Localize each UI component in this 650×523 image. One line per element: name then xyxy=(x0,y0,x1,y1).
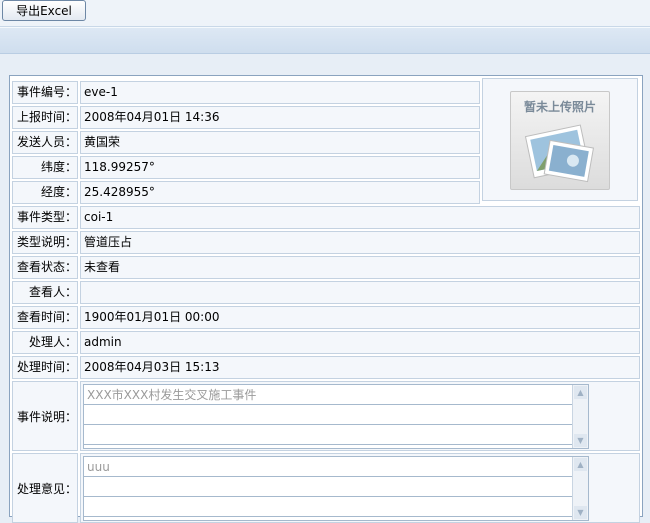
field-value: 黄国荣 xyxy=(80,131,480,154)
handle-opinion-text: uuu xyxy=(84,457,572,477)
field-label: 处理时间： xyxy=(12,356,78,379)
scroll-down-icon[interactable]: ▼ xyxy=(574,506,587,519)
field-label: 上报时间： xyxy=(12,106,78,129)
field-value: admin xyxy=(80,331,640,354)
field-label: 纬度： xyxy=(12,156,78,179)
scroll-up-icon[interactable]: ▲ xyxy=(574,386,587,399)
field-value: 2008年04月01日 14:36 xyxy=(80,106,480,129)
textarea-line xyxy=(84,405,572,425)
field-value: coi-1 xyxy=(80,206,640,229)
event-desc-scrollbar[interactable]: ▲ ▼ xyxy=(572,385,588,448)
textarea-line xyxy=(84,497,572,517)
field-label: 处理意见： xyxy=(12,453,78,523)
toolbar: 导出Excel xyxy=(0,0,650,27)
handle-opinion-scrollbar[interactable]: ▲ ▼ xyxy=(572,457,588,520)
field-value: 118.99257° xyxy=(80,156,480,179)
field-label: 类型说明： xyxy=(12,231,78,254)
photo-box: 暂未上传照片 xyxy=(482,78,638,201)
field-label: 查看状态： xyxy=(12,256,78,279)
event-desc-text: XXX市XXX村发生交叉施工事件 xyxy=(84,385,572,405)
field-label: 事件编号： xyxy=(12,81,78,104)
field-value-container: XXX市XXX村发生交叉施工事件 ▲ ▼ xyxy=(80,381,640,451)
field-label: 经度： xyxy=(12,181,78,204)
event-desc-textarea[interactable]: XXX市XXX村发生交叉施工事件 ▲ ▼ xyxy=(83,384,589,449)
field-label: 处理人： xyxy=(12,331,78,354)
scroll-down-icon[interactable]: ▼ xyxy=(574,434,587,447)
scroll-up-icon[interactable]: ▲ xyxy=(574,458,587,471)
photo-placeholder: 暂未上传照片 xyxy=(510,91,610,190)
textarea-line xyxy=(84,477,572,497)
field-label: 事件类型： xyxy=(12,206,78,229)
field-label: 发送人员： xyxy=(12,131,78,154)
field-label: 事件说明： xyxy=(12,381,78,451)
header-bar xyxy=(0,27,650,54)
field-value: 未查看 xyxy=(80,256,640,279)
field-label: 查看人： xyxy=(12,281,78,304)
field-value: 管道压占 xyxy=(80,231,640,254)
handle-opinion-textarea[interactable]: uuu ▲ ▼ xyxy=(83,456,589,521)
field-value xyxy=(80,281,640,304)
photo-icon xyxy=(524,124,595,183)
field-value: 1900年01月01日 00:00 xyxy=(80,306,640,329)
event-detail-panel: 事件编号： eve-1 上报时间： 2008年04月01日 14:36 发送人员… xyxy=(9,75,643,523)
field-value: 25.428955° xyxy=(80,181,480,204)
field-value: 2008年04月03日 15:13 xyxy=(80,356,640,379)
field-label: 查看时间： xyxy=(12,306,78,329)
field-value-container: uuu ▲ ▼ xyxy=(80,453,640,523)
export-excel-button[interactable]: 导出Excel xyxy=(2,0,86,21)
textarea-line xyxy=(84,425,572,445)
field-value: eve-1 xyxy=(80,81,480,104)
